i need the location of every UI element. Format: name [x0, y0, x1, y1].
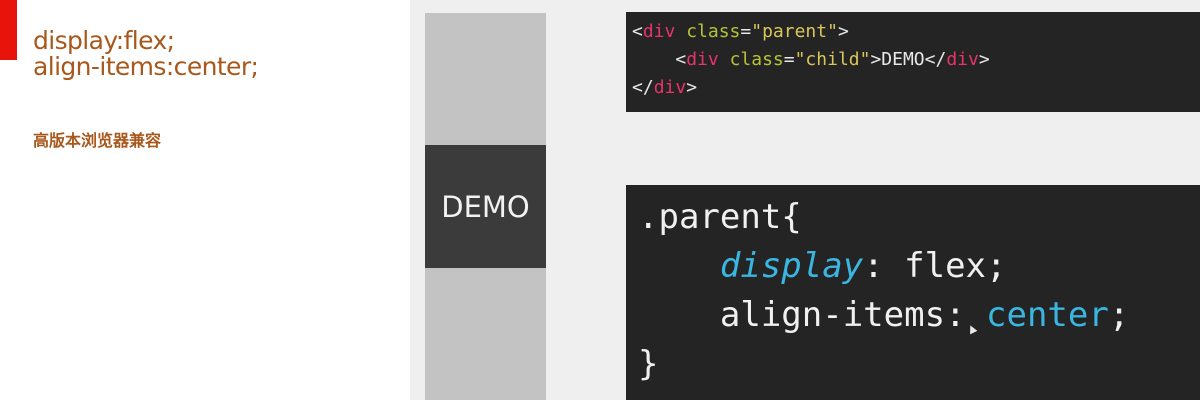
css-property-align-items: align-items — [719, 295, 946, 335]
title-line-2: align-items:center; — [33, 52, 259, 81]
accent-bar — [0, 0, 17, 60]
html-attr: class — [686, 21, 741, 42]
html-eq: = — [740, 21, 752, 42]
css-value-center: center — [986, 295, 1109, 335]
video-frame: DEMO <div class="parent"> <div class="ch… — [410, 0, 1200, 400]
css-semicolon: ; — [1108, 295, 1130, 335]
css-value-flex: : flex; — [863, 246, 1007, 286]
css-property-display: display — [719, 246, 864, 286]
html-bracket: > — [978, 49, 990, 70]
html-attr: class — [729, 49, 784, 70]
title-line-1: display:flex; — [33, 26, 175, 55]
css-selector: .parent{ — [638, 197, 802, 237]
html-bracket: < — [675, 49, 687, 70]
html-bracket: > — [837, 21, 849, 42]
html-bracket: > — [870, 49, 882, 70]
css-code-block: .parent{ display: flex; align-items: cen… — [626, 185, 1200, 400]
html-tag: div — [686, 49, 719, 70]
html-tag: div — [642, 21, 676, 42]
css-line-3: align-items: center; — [638, 291, 1200, 340]
html-tag: div — [946, 49, 979, 70]
demo-child-box: DEMO — [425, 145, 546, 268]
css-line-1: .parent{ — [638, 193, 1200, 242]
html-bracket: </ — [632, 77, 654, 98]
html-code-block: <div class="parent"> <div class="child">… — [626, 12, 1200, 112]
html-bracket: < — [632, 21, 643, 42]
css-line-4: } — [638, 340, 1200, 389]
html-string: "child" — [794, 49, 871, 70]
html-eq: = — [783, 49, 795, 70]
css-colon: : — [945, 295, 987, 335]
demo-label: DEMO — [441, 189, 530, 224]
css-line-2: display: flex; — [638, 242, 1200, 291]
html-bracket: > — [686, 77, 698, 98]
html-line-1: <div class="parent"> — [632, 18, 1200, 46]
html-string: "parent" — [751, 21, 838, 42]
html-tag: div — [653, 77, 687, 98]
html-line-3: </div> — [632, 74, 1200, 102]
html-line-2: <div class="child">DEMO</div> — [632, 46, 1200, 74]
css-close-brace: } — [638, 344, 659, 384]
slide-title: display:flex; align-items:center; — [33, 26, 259, 81]
html-text: DEMO — [881, 49, 925, 70]
html-bracket: </ — [924, 49, 947, 70]
slide-subtitle: 高版本浏览器兼容 — [33, 131, 162, 150]
